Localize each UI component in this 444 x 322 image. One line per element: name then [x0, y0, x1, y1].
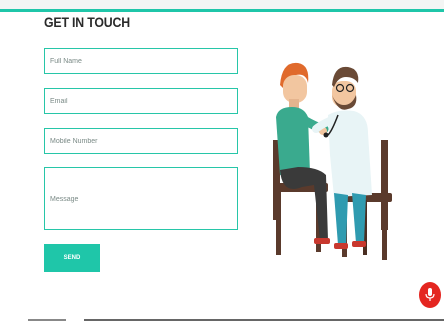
microphone-button[interactable] — [419, 282, 441, 308]
email-field[interactable] — [44, 88, 238, 114]
send-button[interactable]: SEND — [44, 244, 100, 272]
message-field[interactable] — [44, 167, 238, 230]
doctor-patient-illustration — [273, 62, 392, 260]
microphone-icon — [425, 288, 435, 301]
mobile-number-field[interactable] — [44, 128, 238, 154]
full-name-field[interactable] — [44, 48, 238, 74]
top-accent-line — [0, 9, 444, 12]
page-title: GET IN TOUCH — [44, 14, 130, 30]
footer-divider — [84, 319, 444, 321]
footer-divider-left — [28, 319, 66, 321]
